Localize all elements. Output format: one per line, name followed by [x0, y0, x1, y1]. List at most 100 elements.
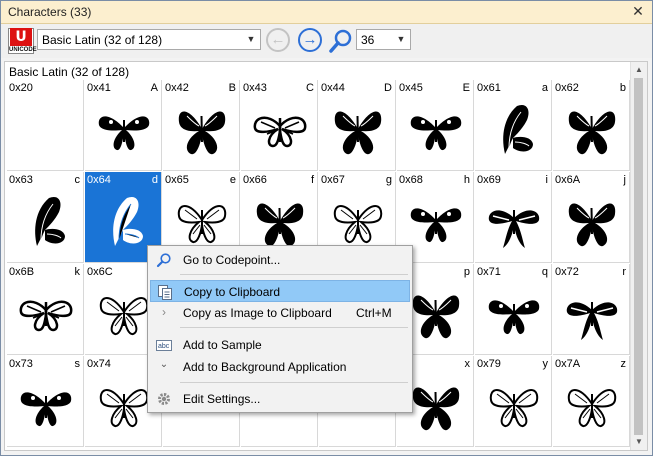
butterfly-glyph-image	[565, 282, 619, 344]
cell-codepoint: 0x45	[399, 82, 423, 94]
cell-glyph: d	[151, 174, 158, 186]
character-cell[interactable]: 0x45 E	[397, 80, 474, 171]
cell-codepoint: 0x67	[321, 174, 345, 186]
scroll-up-icon[interactable]: ▲	[631, 63, 647, 77]
butterfly-glyph-image	[331, 190, 385, 252]
menu-item-goto-codepoint[interactable]: Go to Codepoint...	[150, 249, 410, 271]
cell-codepoint: 0x63	[9, 174, 33, 186]
menu-item-copy-as-image[interactable]: › Copy as Image to Clipboard Ctrl+M	[150, 302, 410, 324]
cell-codepoint: 0x41	[87, 82, 111, 94]
butterfly-glyph-image	[175, 190, 229, 252]
cell-codepoint: 0x68	[399, 174, 423, 186]
character-cell[interactable]: 0x42 B	[163, 80, 240, 171]
cell-glyph: D	[384, 82, 392, 94]
character-cell[interactable]: 0x41 A	[85, 80, 162, 171]
character-cell[interactable]: 0x63 c	[7, 172, 84, 263]
cell-codepoint: 0x61	[477, 82, 501, 94]
size-select-value: 36	[361, 33, 375, 47]
character-cell[interactable]: 0x6A j	[553, 172, 630, 263]
size-select[interactable]: 36 ▼	[356, 29, 411, 50]
menu-item-label: Add to Background Application	[183, 360, 347, 374]
window-title: Characters (33)	[8, 5, 92, 19]
character-cell[interactable]: 0x7A z	[553, 356, 630, 447]
close-icon[interactable]: ✕	[630, 2, 646, 20]
cell-codepoint: 0x74	[87, 358, 111, 370]
cell-glyph: r	[622, 266, 626, 278]
character-cell[interactable]: 0x6B k	[7, 264, 84, 355]
character-cell[interactable]: 0x44 D	[319, 80, 396, 171]
butterfly-glyph-image	[565, 374, 619, 436]
cell-codepoint: 0x43	[243, 82, 267, 94]
menu-item-label: Copy to Clipboard	[184, 285, 281, 299]
character-cell[interactable]: 0x69 i	[475, 172, 552, 263]
cell-glyph: g	[385, 174, 392, 186]
character-cell[interactable]: 0x79 y	[475, 356, 552, 447]
character-cell[interactable]: 0x72 r	[553, 264, 630, 355]
context-menu: Go to Codepoint... Copy to Clipboard › C…	[147, 245, 413, 413]
cell-codepoint: 0x20	[9, 82, 33, 94]
forward-arrow-icon[interactable]: →	[298, 28, 322, 52]
chevron-down-icon: ⌄	[159, 359, 169, 370]
cell-codepoint: 0x62	[555, 82, 579, 94]
character-cell[interactable]: 0x71 q	[475, 264, 552, 355]
cell-glyph: f	[310, 174, 314, 186]
cell-glyph: c	[74, 174, 81, 186]
menu-item-add-to-background[interactable]: ⌄ Add to Background Application	[150, 356, 410, 378]
cell-codepoint: 0x6A	[555, 174, 581, 186]
chevron-down-icon[interactable]: ▼	[393, 31, 409, 48]
cell-glyph: z	[620, 358, 627, 370]
unicode-logo: U UNICODE	[8, 28, 37, 54]
chevron-right-icon: ›	[162, 305, 166, 319]
unicode-logo-letter: U	[10, 28, 32, 46]
menu-item-label: Add to Sample	[183, 338, 262, 352]
butterfly-glyph-image	[487, 98, 541, 160]
grid-header: Basic Latin (32 of 128)	[9, 65, 130, 79]
butterfly-glyph-image	[253, 190, 307, 252]
butterfly-glyph-image	[97, 374, 151, 436]
butterfly-glyph-image	[97, 98, 151, 160]
cell-codepoint: 0x72	[555, 266, 579, 278]
cell-glyph: A	[150, 82, 158, 94]
menu-item-copy-to-clipboard[interactable]: Copy to Clipboard	[150, 280, 410, 302]
cell-glyph: y	[542, 358, 549, 370]
butterfly-glyph-image	[97, 190, 151, 252]
back-arrow-icon[interactable]: ←	[266, 28, 290, 52]
butterfly-glyph-image	[175, 98, 229, 160]
search-icon	[156, 252, 172, 268]
search-icon[interactable]	[328, 27, 354, 55]
butterfly-glyph-image	[409, 190, 463, 252]
cell-glyph: p	[463, 266, 470, 278]
character-cell[interactable]: 0x62 b	[553, 80, 630, 171]
butterfly-glyph-image	[409, 282, 463, 344]
cell-codepoint: 0x69	[477, 174, 501, 186]
menu-separator	[180, 274, 408, 275]
characters-window: Characters (33) ✕ U UNICODE Basic Latin …	[0, 0, 653, 456]
cell-glyph: b	[619, 82, 626, 94]
cell-glyph: q	[541, 266, 548, 278]
scroll-down-icon[interactable]: ▼	[631, 435, 647, 449]
cell-glyph: E	[462, 82, 470, 94]
chevron-down-icon[interactable]: ▼	[243, 31, 259, 48]
copy-icon	[157, 284, 173, 300]
menu-item-add-to-sample[interactable]: abc Add to Sample	[150, 334, 410, 356]
menu-item-edit-settings[interactable]: Edit Settings...	[150, 388, 410, 410]
butterfly-glyph-image	[487, 282, 541, 344]
cell-codepoint: 0x64	[87, 174, 111, 186]
cell-glyph: C	[306, 82, 314, 94]
butterfly-glyph-image	[19, 190, 73, 252]
character-cell[interactable]: 0x73 s	[7, 356, 84, 447]
character-cell[interactable]: 0x20	[7, 80, 84, 171]
character-cell[interactable]: 0x61 a	[475, 80, 552, 171]
scroll-thumb[interactable]	[634, 78, 643, 435]
unicode-logo-text: UNICODE	[9, 47, 37, 53]
cell-codepoint: 0x44	[321, 82, 345, 94]
butterfly-glyph-image	[253, 98, 307, 160]
menu-item-label: Copy as Image to Clipboard	[183, 306, 332, 320]
character-cell[interactable]: 0x43 C	[241, 80, 318, 171]
vertical-scrollbar[interactable]: ▲ ▼	[630, 62, 647, 450]
block-select[interactable]: Basic Latin (32 of 128) ▼	[37, 29, 261, 50]
butterfly-glyph-image	[565, 98, 619, 160]
block-select-value: Basic Latin (32 of 128)	[42, 33, 163, 47]
cell-glyph: B	[228, 82, 236, 94]
cell-glyph: e	[229, 174, 236, 186]
